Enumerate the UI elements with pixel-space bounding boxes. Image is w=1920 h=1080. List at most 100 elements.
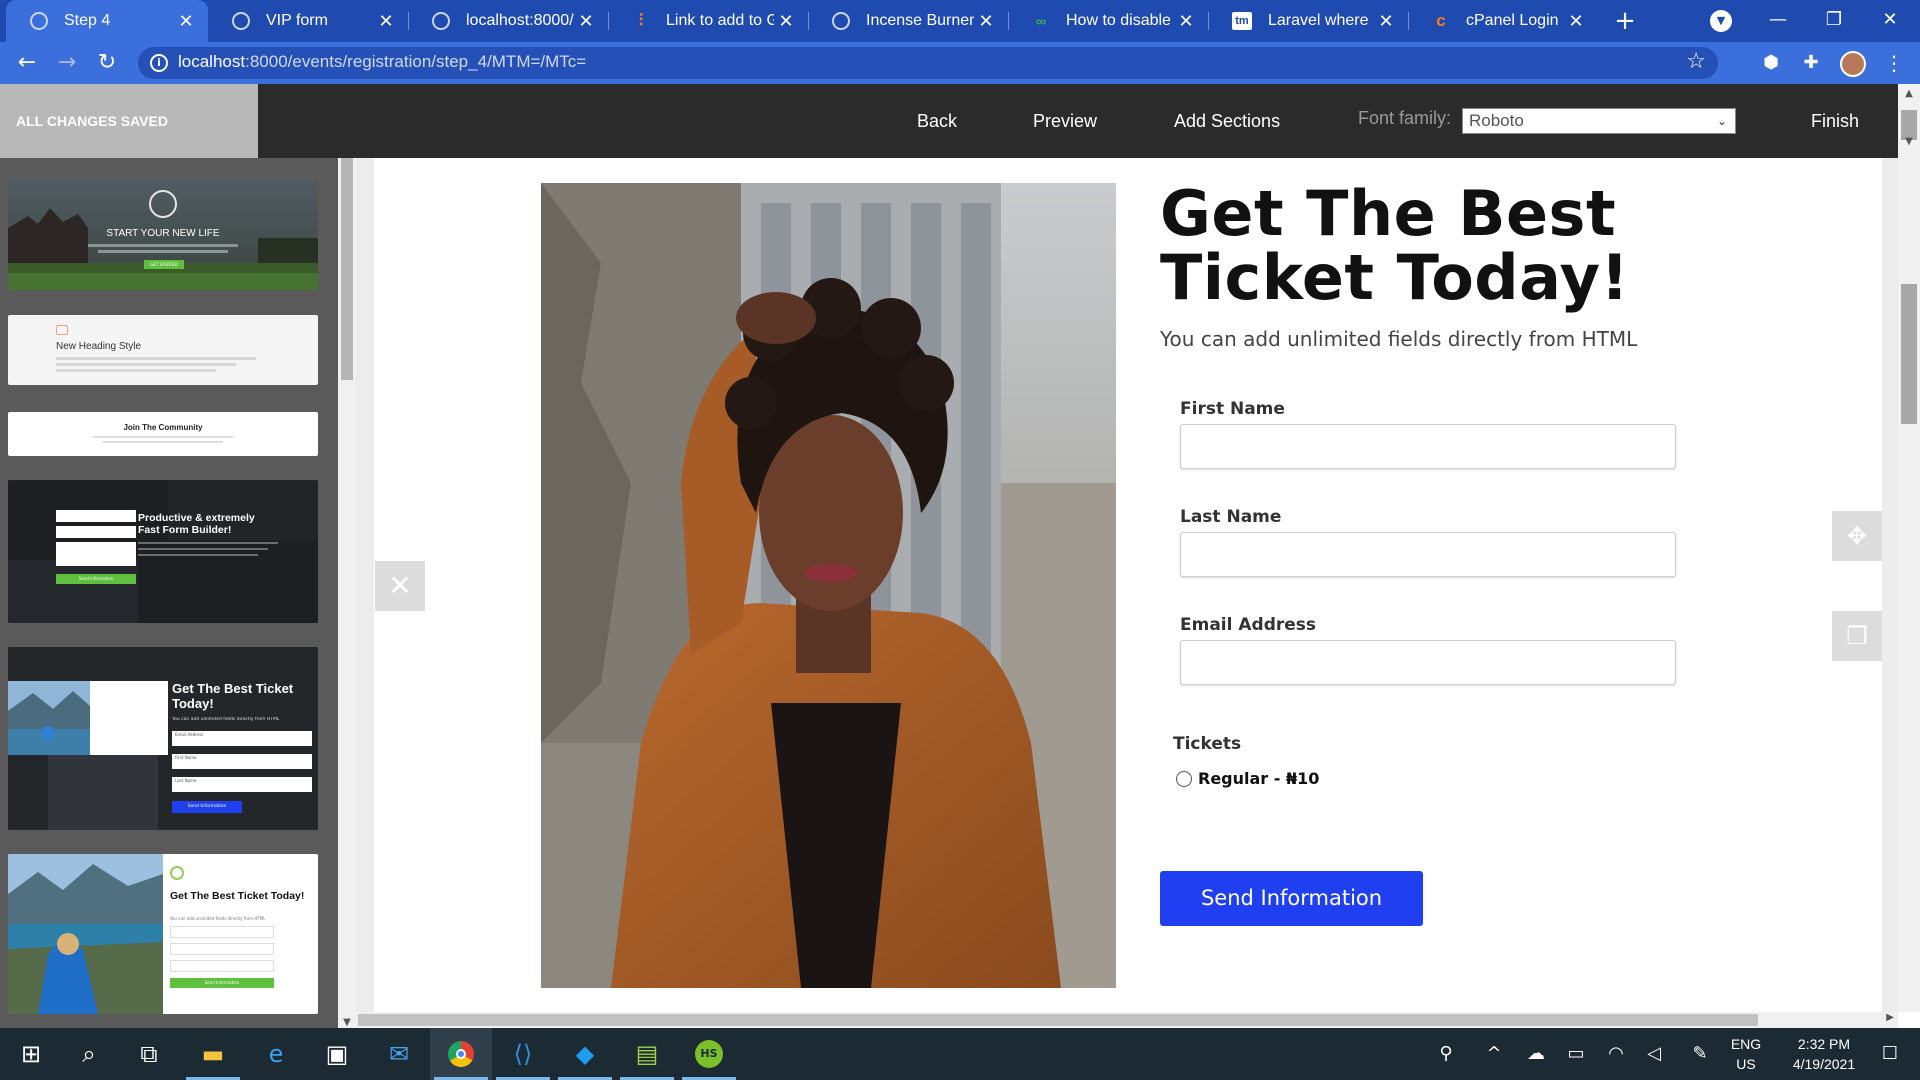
form-title[interactable]: Get The Best Ticket Today! bbox=[1160, 182, 1680, 310]
file-explorer-icon[interactable]: ▬ bbox=[182, 1028, 244, 1080]
email-field[interactable] bbox=[1180, 640, 1676, 685]
extensions-puzzle-icon[interactable]: ✚ bbox=[1800, 52, 1822, 74]
stackoverflow-icon: ⫶ bbox=[638, 11, 644, 30]
finish-button[interactable]: Finish bbox=[1811, 84, 1859, 158]
font-family-label: Font family: bbox=[1358, 108, 1452, 128]
tab-incense-burner[interactable]: Incense Burner ✕ bbox=[808, 0, 1008, 42]
template-thumb-start-life[interactable]: START YOUR NEW LIFE GET STARTED bbox=[8, 178, 318, 290]
builder-top-bar: ALL CHANGES SAVED Back Preview Add Secti… bbox=[0, 84, 1898, 158]
reload-icon[interactable]: ↻ bbox=[92, 48, 122, 78]
close-section-icon[interactable]: ✕ bbox=[375, 561, 425, 611]
chevron-up-icon[interactable]: ^ bbox=[1478, 1028, 1510, 1080]
restore-icon[interactable]: ❐ bbox=[1806, 0, 1862, 42]
scroll-thumb[interactable] bbox=[341, 158, 353, 380]
email-label: Email Address bbox=[1180, 615, 1317, 635]
forward-arrow-icon[interactable]: → bbox=[52, 48, 82, 78]
vscode-icon[interactable]: ⟨⟩ bbox=[492, 1028, 554, 1080]
scroll-down-icon[interactable]: ▼ bbox=[1898, 136, 1920, 147]
tab-link-to-add[interactable]: ⫶ Link to add to Go ✕ bbox=[608, 0, 808, 42]
profile-avatar[interactable] bbox=[1840, 51, 1866, 77]
extension-cube-icon[interactable]: ⬢ bbox=[1760, 52, 1782, 74]
people-icon[interactable]: ⚲ bbox=[1430, 1028, 1462, 1080]
close-icon[interactable]: ✕ bbox=[974, 11, 998, 32]
scroll-right-icon[interactable]: ▶ bbox=[1886, 1012, 1894, 1023]
ticket-radio[interactable] bbox=[1176, 770, 1192, 787]
duplicate-section-icon[interactable]: ❐ bbox=[1832, 611, 1882, 661]
tab-cpanel[interactable]: c cPanel Login ✕ bbox=[1408, 0, 1598, 42]
horizontal-scrollbar[interactable]: ▶ bbox=[356, 1012, 1898, 1028]
chrome-icon[interactable] bbox=[430, 1028, 492, 1080]
mail-icon[interactable]: ✉ bbox=[368, 1028, 430, 1080]
preview-button[interactable]: Preview bbox=[1033, 84, 1097, 158]
send-information-button[interactable]: Send Information bbox=[1160, 871, 1423, 926]
tab-title: Incense Burner bbox=[866, 12, 974, 29]
close-icon[interactable]: ✕ bbox=[574, 11, 598, 32]
tab-search-icon[interactable]: ▼ bbox=[1710, 10, 1732, 32]
heidisql-icon[interactable]: HS bbox=[678, 1028, 740, 1080]
search-icon[interactable]: ⌕ bbox=[58, 1028, 120, 1080]
template-thumb-form-builder[interactable]: Send Information Productive & extremely … bbox=[8, 480, 318, 623]
ticket-option-regular[interactable]: Regular - ₦10 bbox=[1176, 769, 1319, 788]
template-thumb-ticket-dark[interactable]: Get The Best Ticket Today! You can add u… bbox=[8, 647, 318, 830]
scroll-up-icon[interactable]: ▲ bbox=[1898, 88, 1920, 99]
add-sections-button[interactable]: Add Sections bbox=[1174, 84, 1280, 158]
page-scrollbar[interactable]: ▲ ▼ bbox=[1898, 84, 1920, 1012]
notifications-icon[interactable]: ☐ bbox=[1862, 1028, 1918, 1080]
bookmark-star-icon[interactable]: ☆ bbox=[1686, 49, 1706, 74]
browser-menu-icon[interactable]: ⋮ bbox=[1884, 50, 1904, 76]
tab-step-4[interactable]: Step 4 ✕ bbox=[6, 0, 208, 42]
back-button[interactable]: Back bbox=[917, 84, 957, 158]
tab-laravel[interactable]: tm Laravel where Lik ✕ bbox=[1208, 0, 1408, 42]
template-thumb-ticket-light[interactable]: Get The Best Ticket Today! You can add u… bbox=[8, 854, 318, 1014]
onedrive-icon[interactable]: ☁ bbox=[1520, 1028, 1552, 1080]
back-arrow-icon[interactable]: ← bbox=[12, 48, 42, 78]
form-field-placeholder bbox=[56, 510, 136, 522]
info-icon[interactable]: i bbox=[150, 54, 168, 72]
tab-localhost[interactable]: localhost:8000/en ✕ bbox=[408, 0, 608, 42]
minimize-icon[interactable]: — bbox=[1750, 0, 1806, 42]
region-code: US bbox=[1736, 1056, 1756, 1072]
first-name-field[interactable] bbox=[1180, 424, 1676, 469]
close-icon[interactable]: ✕ bbox=[1174, 11, 1198, 32]
windows-start-icon[interactable]: ⊞ bbox=[0, 1028, 62, 1080]
clock[interactable]: 2:32 PM 4/19/2021 bbox=[1776, 1034, 1872, 1074]
woman-portrait-image[interactable] bbox=[541, 183, 1116, 988]
store-icon[interactable]: ▣ bbox=[306, 1028, 368, 1080]
windows-taskbar: ⊞ ⌕ ⧉ ▬ e ▣ ✉ ⟨⟩ ◆ ▤ HS ⚲ ^ ☁ ▭ ◠ ◁ ✎ EN… bbox=[0, 1028, 1920, 1080]
task-view-icon[interactable]: ⧉ bbox=[118, 1028, 180, 1080]
wifi-icon[interactable]: ◠ bbox=[1600, 1028, 1632, 1080]
pen-icon[interactable]: ✎ bbox=[1684, 1028, 1716, 1080]
sidebar-scrollbar[interactable]: ▼ bbox=[338, 158, 356, 1028]
first-name-label: First Name bbox=[1180, 399, 1285, 419]
address-bar[interactable]: i localhost:8000/events/registration/ste… bbox=[138, 47, 1718, 79]
new-tab-icon[interactable]: + bbox=[1610, 6, 1640, 36]
scroll-down-icon[interactable]: ▼ bbox=[338, 1017, 356, 1028]
tab-vip-form[interactable]: VIP form ✕ bbox=[208, 0, 408, 42]
edge-icon[interactable]: e bbox=[245, 1028, 307, 1080]
tab-how-to-disable[interactable]: ∞ How to disable a ✕ bbox=[1008, 0, 1208, 42]
tab-title: VIP form bbox=[266, 12, 328, 29]
text-placeholder bbox=[138, 542, 278, 544]
close-icon[interactable]: ✕ bbox=[174, 11, 198, 32]
close-icon[interactable]: ✕ bbox=[1564, 11, 1588, 32]
terminal-icon[interactable]: ▤ bbox=[616, 1028, 678, 1080]
text-placeholder bbox=[103, 441, 223, 443]
language-indicator[interactable]: ENG US bbox=[1726, 1034, 1766, 1074]
close-icon[interactable]: ✕ bbox=[1374, 11, 1398, 32]
move-section-icon[interactable]: ✥ bbox=[1832, 511, 1882, 561]
template-thumb-heading[interactable]: New Heading Style bbox=[8, 315, 318, 385]
template-heading: START YOUR NEW LIFE bbox=[106, 228, 220, 239]
scroll-thumb[interactable] bbox=[1901, 284, 1917, 424]
font-family-select[interactable]: Roboto ⌄ bbox=[1462, 108, 1736, 134]
close-icon[interactable]: ✕ bbox=[374, 11, 398, 32]
form-subtitle[interactable]: You can add unlimited fields directly fr… bbox=[1160, 327, 1637, 351]
scroll-thumb[interactable] bbox=[358, 1014, 1758, 1026]
battery-icon[interactable]: ▭ bbox=[1560, 1028, 1592, 1080]
text-placeholder bbox=[88, 244, 238, 247]
template-thumb-community[interactable]: Join The Community bbox=[8, 412, 318, 456]
window-close-icon[interactable]: ✕ bbox=[1862, 0, 1918, 42]
blue-app-icon[interactable]: ◆ bbox=[554, 1028, 616, 1080]
volume-icon[interactable]: ◁ bbox=[1638, 1028, 1670, 1080]
close-icon[interactable]: ✕ bbox=[774, 11, 798, 32]
last-name-field[interactable] bbox=[1180, 532, 1676, 577]
